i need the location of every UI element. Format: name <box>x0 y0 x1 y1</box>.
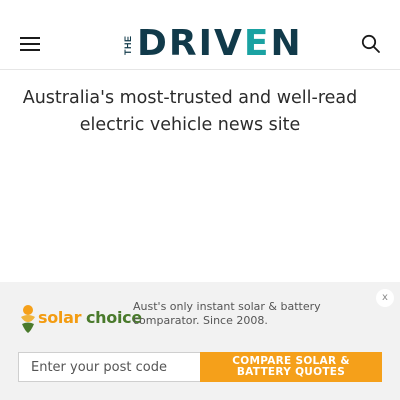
solar-choice-logo[interactable]: solar choice <box>18 304 142 336</box>
site-logo[interactable]: THE DRIVEN <box>123 24 301 64</box>
solar-choice-wordmark: solar choice <box>38 308 142 327</box>
logo-prefix: THE <box>123 35 133 55</box>
hamburger-menu-icon[interactable] <box>20 34 42 52</box>
ad-description: Aust's only instant solar & battery comp… <box>133 300 321 327</box>
close-ad-button[interactable]: x <box>376 289 394 307</box>
sun-icon <box>21 305 35 333</box>
search-icon[interactable] <box>360 33 382 55</box>
site-tagline: Australia's most-trusted and well-read e… <box>0 85 380 139</box>
tagline-line-1: Australia's most-trusted and well-read <box>22 88 358 108</box>
logo-wordmark: DRIVEN <box>137 23 303 64</box>
compare-quotes-button[interactable]: COMPARE SOLAR & BATTERY QUOTES <box>200 352 382 382</box>
tagline-line-2: electric vehicle news site <box>79 115 301 135</box>
postcode-input[interactable] <box>18 352 200 382</box>
site-header: THE DRIVEN <box>0 0 400 70</box>
